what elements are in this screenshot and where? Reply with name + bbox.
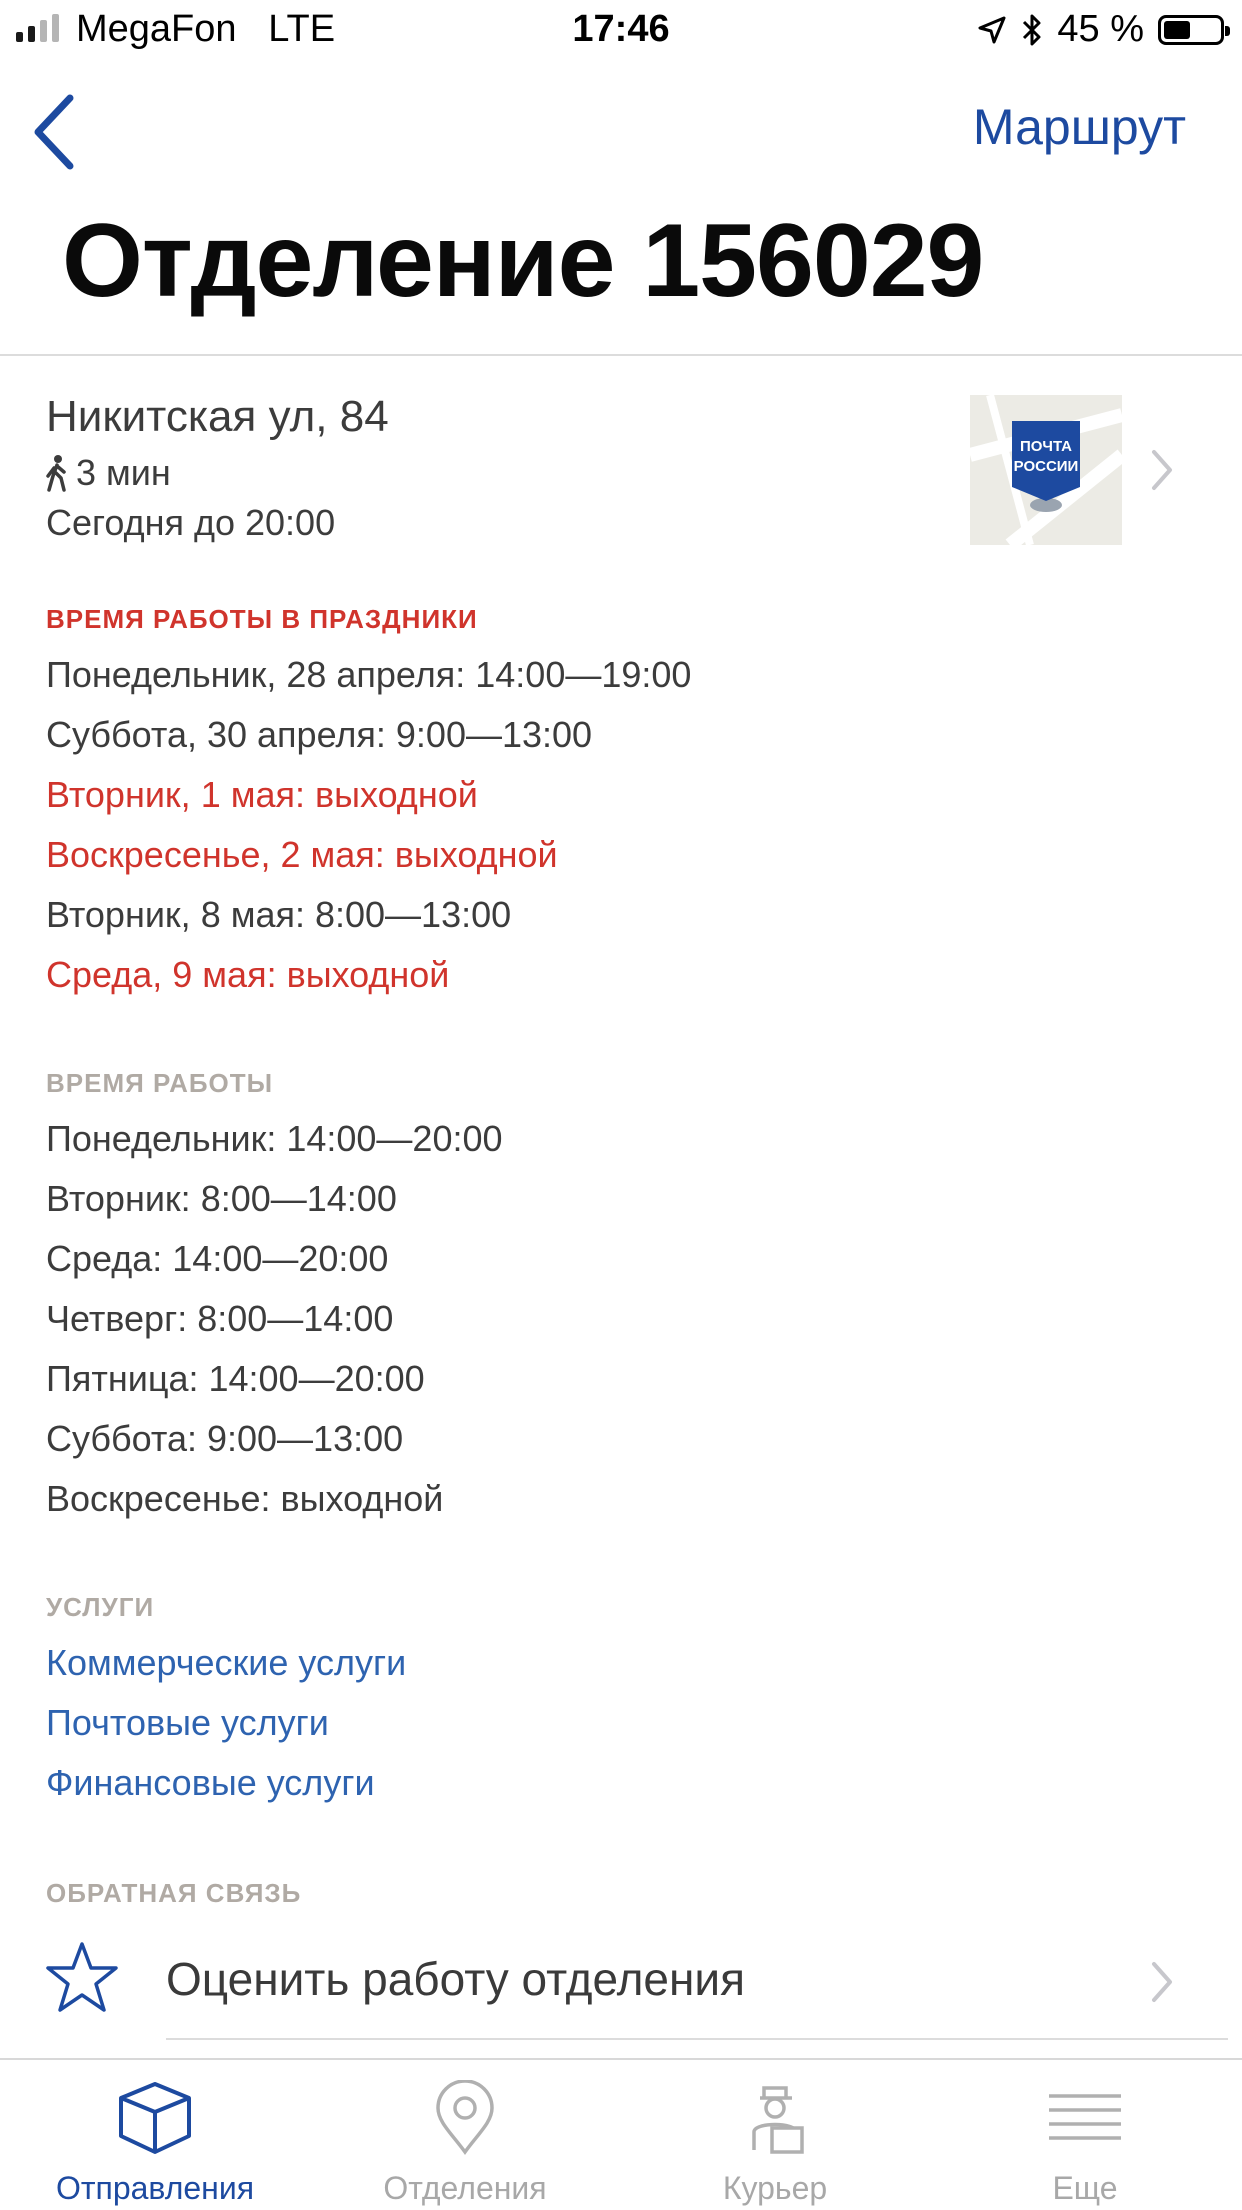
feedback-heading: ОБРАТНАЯ СВЯЗЬ <box>46 1878 302 1908</box>
map-pin-icon <box>436 2080 494 2155</box>
battery-icon <box>1158 14 1230 45</box>
chevron-left-icon <box>34 94 74 170</box>
tab-label: Курьер <box>722 2170 828 2206</box>
service-link-commercial[interactable]: Коммерческие услуги <box>46 1642 406 1684</box>
map-logo-text: ПОЧТА <box>1020 438 1072 455</box>
working-hours-item: Воскресенье: выходной <box>46 1478 444 1519</box>
box-icon <box>119 2082 191 2154</box>
menu-lines-icon <box>1049 2094 1121 2140</box>
bluetooth-icon <box>1023 14 1041 45</box>
tab-label: Отделения <box>383 2170 547 2206</box>
chevron-right-icon[interactable] <box>1150 448 1174 497</box>
divider <box>0 354 1242 356</box>
tab-offices[interactable]: Отделения <box>310 2060 620 2210</box>
svg-text:РОССИИ: РОССИИ <box>1014 458 1079 475</box>
tab-label: Отправления <box>55 2170 255 2206</box>
working-hours-item: Пятница: 14:00—20:00 <box>46 1358 425 1399</box>
walking-person-icon <box>46 455 66 492</box>
today-hours: Сегодня до 20:00 <box>46 502 336 543</box>
chevron-right-icon <box>1150 1960 1174 2009</box>
tab-label: Еще <box>1052 2170 1118 2206</box>
holiday-hours-item: Понедельник, 28 апреля: 14:00—19:00 <box>46 654 692 695</box>
rate-office-label[interactable]: Оценить работу отделения <box>166 1952 745 2006</box>
services-heading: УСЛУГИ <box>46 1592 155 1622</box>
working-hours-item: Понедельник: 14:00—20:00 <box>46 1118 503 1159</box>
tab-bar: Отправления Отделения Курьер Еще <box>0 2058 1242 2210</box>
holiday-hours-item: Вторник, 8 мая: 8:00—13:00 <box>46 894 512 935</box>
holiday-hours-item-closed: Среда, 9 мая: выходной <box>46 954 450 995</box>
star-icon <box>44 1940 120 2021</box>
holiday-hours-heading: ВРЕМЯ РАБОТЫ В ПРАЗДНИКИ <box>46 604 478 634</box>
holiday-hours-item-closed: Вторник, 1 мая: выходной <box>46 774 478 815</box>
tab-courier[interactable]: Курьер <box>620 2060 930 2210</box>
working-hours-item: Суббота: 9:00—13:00 <box>46 1418 404 1459</box>
office-address: Никитская ул, 84 <box>46 392 389 441</box>
status-right: 45 % <box>977 8 1230 51</box>
status-bar: MegaFon LTE 17:46 45 % <box>0 0 1242 62</box>
working-hours-item: Среда: 14:00—20:00 <box>46 1238 389 1279</box>
divider <box>166 2038 1228 2040</box>
battery-percent: 45 % <box>1057 8 1144 50</box>
working-hours-item: Четверг: 8:00—14:00 <box>46 1298 394 1339</box>
working-hours-item: Вторник: 8:00—14:00 <box>46 1178 397 1219</box>
service-link-financial[interactable]: Финансовые услуги <box>46 1762 375 1804</box>
holiday-hours-item-closed: Воскресенье, 2 мая: выходной <box>46 834 558 875</box>
walk-time: 3 мин <box>44 452 171 494</box>
service-link-postal[interactable]: Почтовые услуги <box>46 1702 329 1744</box>
tab-shipments[interactable]: Отправления <box>0 2060 310 2210</box>
tab-more[interactable]: Еще <box>930 2060 1240 2210</box>
route-button[interactable]: Маршрут <box>973 98 1186 156</box>
map-image: ПОЧТА РОССИИ <box>970 395 1122 545</box>
courier-icon <box>752 2086 804 2154</box>
location-arrow-icon <box>978 16 1006 43</box>
map-thumbnail[interactable]: ПОЧТА РОССИИ <box>970 395 1122 545</box>
walk-time-label: 3 мин <box>76 452 171 493</box>
working-hours-heading: ВРЕМЯ РАБОТЫ <box>46 1068 274 1098</box>
back-button[interactable] <box>30 92 90 172</box>
page-title: Отделение 156029 <box>62 203 984 319</box>
holiday-hours-item: Суббота, 30 апреля: 9:00—13:00 <box>46 714 593 755</box>
